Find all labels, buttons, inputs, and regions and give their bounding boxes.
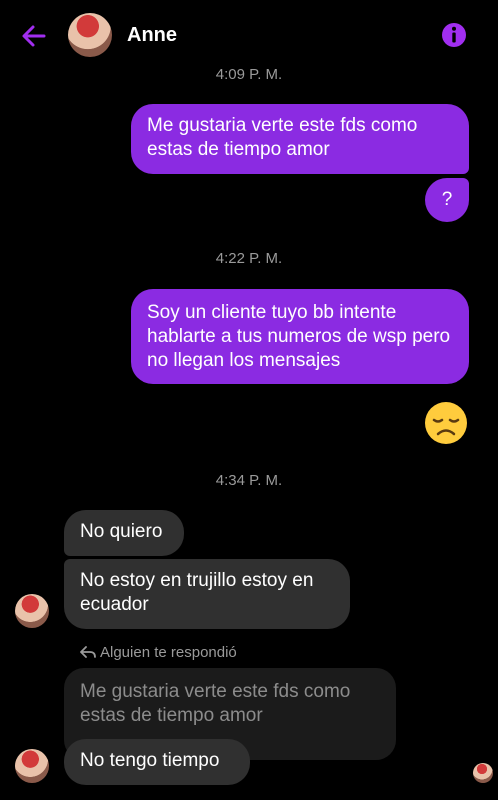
timestamp: 4:34 P. M. xyxy=(215,472,283,489)
info-icon[interactable] xyxy=(441,22,467,48)
reply-arrow-icon xyxy=(80,646,96,658)
outgoing-message[interactable]: Me gustaria verte este fds como estas de… xyxy=(131,104,469,174)
message-text: No quiero xyxy=(80,521,163,542)
message-text: ? xyxy=(441,189,453,210)
arrow-left-icon[interactable] xyxy=(20,22,48,50)
outgoing-message[interactable]: ? xyxy=(425,178,469,222)
contact-avatar[interactable] xyxy=(68,13,112,57)
incoming-message[interactable]: No tengo tiempo xyxy=(64,739,250,785)
incoming-message[interactable]: No quiero xyxy=(64,510,184,556)
reply-label: Alguien te respondió xyxy=(80,644,237,661)
outgoing-message[interactable]: Soy un cliente tuyo bb intente hablarte … xyxy=(131,289,469,384)
disappointed-face-emoji[interactable] xyxy=(424,401,468,445)
incoming-message[interactable]: No estoy en trujillo estoy en ecuador xyxy=(64,559,350,629)
quoted-text: Me gustaria verte este fds como estas de… xyxy=(80,681,351,726)
timestamp: 4:09 P. M. xyxy=(215,66,283,83)
message-text: Me gustaria verte este fds como estas de… xyxy=(147,115,418,160)
contact-avatar-small[interactable] xyxy=(15,749,49,783)
contact-avatar-small[interactable] xyxy=(15,594,49,628)
reply-label-text: Alguien te respondió xyxy=(100,644,237,661)
message-text: No tengo tiempo xyxy=(80,750,220,771)
chat-header: Anne xyxy=(0,0,498,70)
message-text: No estoy en trujillo estoy en ecuador xyxy=(80,570,314,615)
message-text: Soy un cliente tuyo bb intente hablarte … xyxy=(147,302,451,371)
timestamp: 4:22 P. M. xyxy=(215,250,283,267)
contact-name[interactable]: Anne xyxy=(127,24,177,47)
read-receipt-avatar xyxy=(473,763,493,783)
